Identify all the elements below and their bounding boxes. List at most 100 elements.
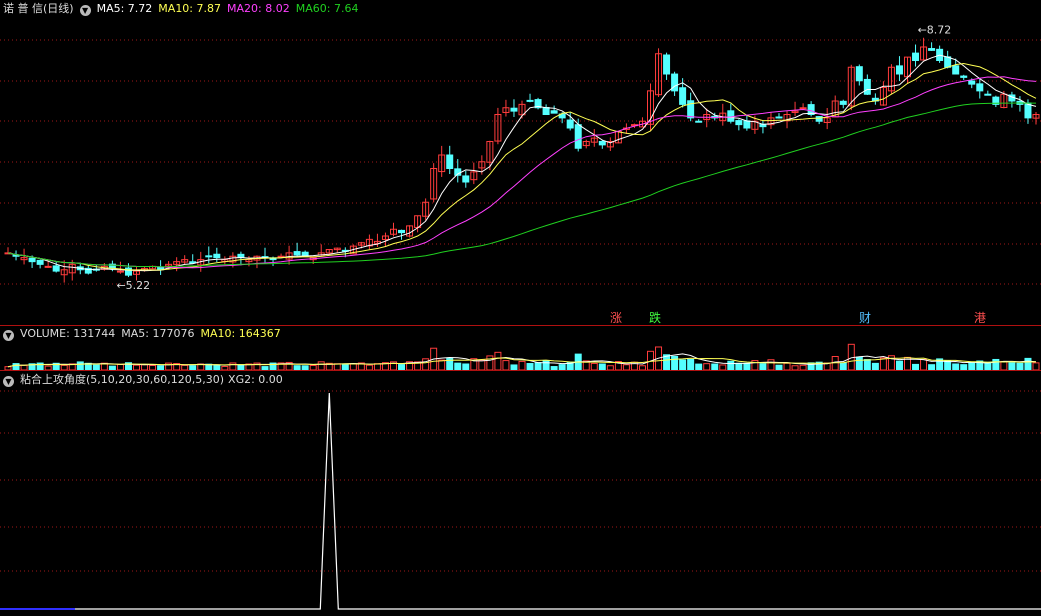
candle-down [663, 54, 671, 75]
indicator-line [0, 392, 1041, 610]
volume-bar [743, 362, 751, 370]
candle-down [293, 251, 301, 256]
volume-bar [422, 358, 430, 370]
candle-down [952, 65, 960, 75]
indicator-chart[interactable] [0, 371, 1041, 616]
volume-header: ▼ VOLUME: 131744 MA5: 177076 MA10: 164367 [3, 327, 287, 341]
candle-down [213, 253, 221, 259]
candle-down [28, 257, 36, 263]
candle-down [36, 259, 44, 265]
candle-down [960, 75, 968, 78]
volume-bar [671, 355, 679, 370]
volume-bar [879, 357, 887, 370]
volume-bar [494, 351, 502, 370]
high-price-label: ←8.72 [918, 24, 952, 37]
candle-down [205, 255, 213, 258]
volume-ma5-legend: MA5: 177076 [121, 327, 195, 340]
volume-bar [486, 355, 494, 370]
ma5-legend: MA5: 7.72 [96, 2, 153, 15]
candle-down [526, 99, 534, 102]
volume-bar [1032, 362, 1040, 370]
candlestick-chart[interactable]: ←5.22 ←8.72 涨 跌 财 港 [0, 0, 1041, 325]
candle-down [895, 65, 903, 75]
candle-down [727, 110, 735, 122]
ma10-line [7, 62, 1037, 271]
ma60-legend: MA60: 7.64 [295, 2, 359, 15]
volume-bar [735, 362, 743, 370]
candle-up [799, 107, 807, 110]
volume-bar [1000, 360, 1008, 370]
chart-title: 诺 普 信(日线) [3, 2, 74, 15]
ma60-line [7, 102, 1036, 268]
price-header: 诺 普 信(日线) ▼ MA5: 7.72 MA10: 7.87 MA20: 8.02 M… [3, 2, 364, 16]
candle-up [116, 270, 124, 273]
volume-bar [767, 359, 775, 370]
volume-bar [783, 362, 791, 370]
candle-down [912, 52, 920, 62]
volume-bar [863, 359, 871, 370]
volume-bar [438, 359, 446, 370]
volume-ma10-legend: MA10: 164367 [200, 327, 281, 340]
chevron-down-icon[interactable]: ▼ [79, 5, 91, 16]
volume-bar [839, 362, 847, 370]
candle-down [775, 116, 783, 119]
chevron-down-icon[interactable]: ▼ [3, 330, 14, 341]
volume-bar [679, 359, 687, 370]
low-price-label: ←5.22 [116, 279, 150, 292]
candle-down [968, 80, 976, 85]
candle-down [542, 107, 550, 115]
candle-down [855, 66, 863, 82]
ma20-legend: MA20: 8.02 [227, 2, 290, 15]
candle-down [839, 100, 847, 105]
candle-down [815, 116, 823, 122]
candle-down [510, 107, 518, 112]
candle-down [679, 87, 687, 105]
volume-bar [727, 360, 735, 370]
volume-bar [518, 360, 526, 370]
candle-down [928, 48, 936, 51]
volume-bar [992, 358, 1000, 370]
candle-down [984, 93, 992, 96]
event-marker: 财 [859, 311, 871, 325]
xg2-legend: XG2: 0.00 [228, 373, 283, 386]
event-marker: 跌 [649, 310, 661, 325]
volume-bar [895, 360, 903, 370]
candle-down [863, 78, 871, 95]
chevron-down-icon[interactable]: ▼ [3, 376, 14, 387]
volume-panel[interactable]: ▼ VOLUME: 131744 MA5: 177076 MA10: 164367 [0, 326, 1041, 370]
candle-up [44, 265, 52, 268]
volume-legend: VOLUME: 131744 [20, 327, 116, 340]
indicator-header: ▼ 粘合上攻角度(5,10,20,30,60,120,5,30) XG2: 0.00 [3, 373, 289, 387]
candle-down [574, 124, 582, 149]
volume-bar [534, 362, 542, 370]
candle-down [398, 229, 406, 234]
candle-down [743, 120, 751, 129]
volume-bar [502, 360, 510, 370]
candle-down [566, 119, 574, 129]
event-marker: 港 [974, 311, 986, 325]
volume-bar [1024, 357, 1032, 370]
volume-bar [317, 361, 325, 370]
volume-bar [687, 358, 695, 370]
volume-bar [1008, 362, 1016, 370]
candle-down [735, 120, 743, 126]
candle-down [695, 120, 703, 123]
candle-down [944, 56, 952, 68]
volume-bar [1016, 362, 1024, 370]
candle-down [462, 175, 470, 183]
volume-bar [76, 361, 84, 370]
price-panel[interactable]: ←5.22 ←8.72 涨 跌 财 港 诺 普 信(日线) ▼ MA5: 7.72 MA10: … [0, 0, 1041, 325]
candle-down [598, 140, 606, 146]
candle-down [52, 265, 60, 272]
candle-down [976, 83, 984, 92]
candle-down [124, 267, 132, 276]
volume-bar [478, 359, 486, 370]
event-marker: 涨 [610, 310, 622, 325]
volume-bar [968, 362, 976, 370]
volume-bar [855, 356, 863, 370]
ma10-legend: MA10: 7.87 [158, 2, 222, 15]
volume-bar [454, 362, 462, 370]
volume-bar [920, 359, 928, 370]
indicator-panel[interactable]: ▼ 粘合上攻角度(5,10,20,30,60,120,5,30) XG2: 0.00 [0, 371, 1041, 616]
volume-bar [871, 362, 879, 370]
